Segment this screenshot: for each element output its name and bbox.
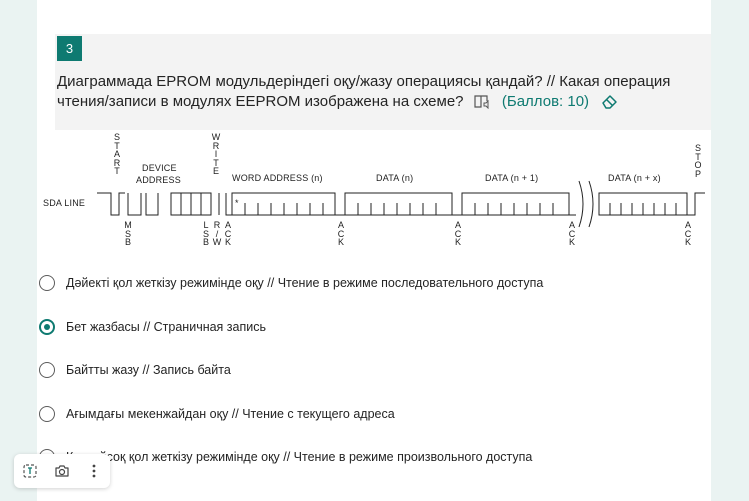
lsb-label: LSB: [202, 220, 209, 248]
radio-button[interactable]: [39, 275, 55, 291]
option-5[interactable]: Кездейсоқ қол жеткізу режимінде оқу // Ч…: [39, 445, 659, 469]
data-n-label: DATA (n): [376, 173, 414, 183]
ack-label-4: ACK: [568, 220, 576, 248]
data-nx-label: DATA (n + x): [608, 173, 661, 183]
sda-line-label: SDA LINE: [43, 198, 86, 208]
option-3[interactable]: Байтты жазу // Запись байта: [39, 358, 659, 382]
question-header: 3 Диаграммада EPROM модульдеріндегі оқу/…: [55, 34, 711, 130]
option-label: Байтты жазу // Запись байта: [66, 363, 231, 377]
floating-toolbar: [14, 454, 110, 488]
start-label: START: [113, 132, 121, 177]
more-icon[interactable]: [78, 454, 110, 488]
option-label: Бет жазбасы // Страничная запись: [66, 320, 266, 334]
msb-label: MSB: [124, 220, 132, 248]
option-label: Ағымдағы мекенжайдан оқу // Чтение с тек…: [66, 407, 395, 421]
option-4[interactable]: Ағымдағы мекенжайдан оқу // Чтение с тек…: [39, 402, 659, 426]
ack-label-1: ACK: [224, 220, 232, 248]
immersive-reader-icon[interactable]: [14, 454, 46, 488]
device-label-1: DEVICE: [142, 163, 177, 173]
points-label: (Баллов: 10): [501, 93, 590, 110]
question-card: 3 Диаграммада EPROM модульдеріндегі оқу/…: [37, 0, 711, 501]
option-label: Дәйекті қол жеткізу режимінде оқу // Чте…: [66, 276, 544, 290]
option-label: Кездейсоқ қол жеткізу режимінде оқу // Ч…: [66, 450, 533, 464]
word-address-label: WORD ADDRESS (n): [232, 173, 323, 183]
rw-label: R / W: [212, 220, 222, 248]
timing-waveform: [97, 180, 705, 228]
write-label: WRITE: [211, 132, 221, 177]
immersive-reader-icon[interactable]: [474, 94, 490, 115]
question-text-block: Диаграммада EPROM модульдеріндегі оқу/жа…: [57, 72, 697, 115]
option-1[interactable]: Дәйекті қол жеткізу режимінде оқу // Чте…: [39, 271, 659, 295]
i2c-timing-diagram: SDA LINE START DEVICE ADDRESS WRITE WORD…: [39, 131, 711, 252]
camera-icon[interactable]: [46, 454, 78, 488]
ack-label-5: ACK: [684, 220, 692, 248]
star-label: *: [235, 198, 239, 208]
stop-label: STOP: [694, 143, 702, 179]
eraser-icon[interactable]: [601, 94, 618, 115]
ack-label-3: ACK: [454, 220, 462, 248]
option-2[interactable]: Бет жазбасы // Страничная запись: [39, 315, 659, 339]
ack-label-2: ACK: [337, 220, 345, 248]
question-number: 3: [57, 36, 82, 61]
data-n1-label: DATA (n + 1): [485, 173, 539, 183]
radio-button[interactable]: [39, 362, 55, 378]
device-label-2: ADDRESS: [136, 175, 181, 185]
radio-button-selected[interactable]: [39, 319, 55, 335]
radio-button[interactable]: [39, 406, 55, 422]
